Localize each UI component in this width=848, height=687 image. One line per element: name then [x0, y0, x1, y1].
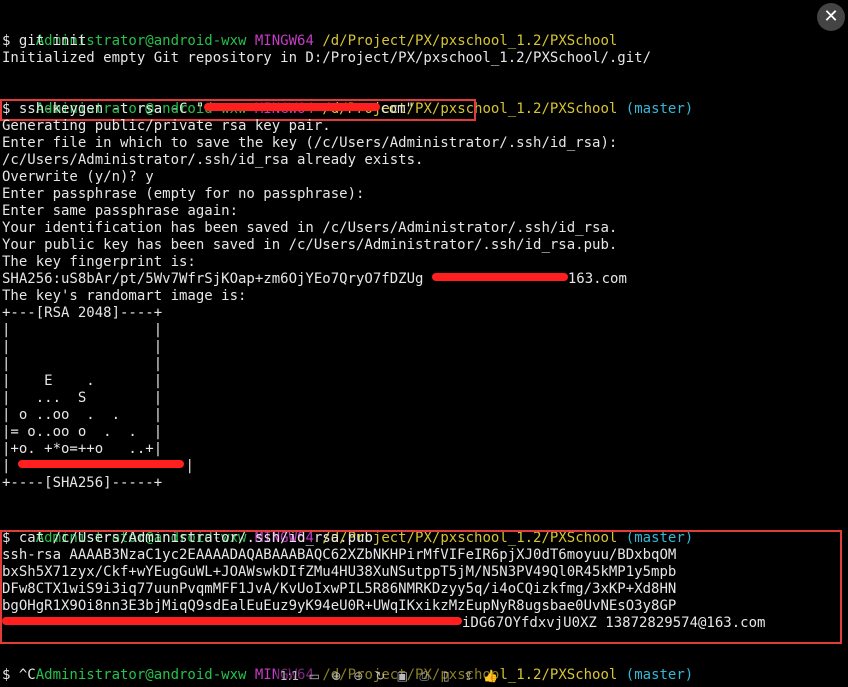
randomart-line: +---[RSA 2048]----+ [2, 305, 163, 321]
randomart-line: | | [2, 458, 194, 475]
randomart-border: | [2, 458, 11, 474]
command-text: cat /c/Users/Administrator/.ssh/id_rsa.p… [18, 530, 373, 546]
prompt-line: Administrator@android-wxw MINGW64 /d/Pro… [2, 513, 694, 546]
prompt-symbol: $ [2, 530, 11, 546]
prompt-line: Administrator@android-wxw MINGW64 /d/Pro… [2, 84, 694, 117]
close-button[interactable]: ✕ [817, 3, 845, 31]
prompt-branch: (master) [625, 530, 694, 546]
randomart-line: |= o..oo o . . | [2, 424, 163, 440]
fingerprint-suffix: 163.com [567, 271, 627, 287]
close-icon: ✕ [823, 6, 839, 27]
fingerprint-text: SHA256:uS8bAr/pt/5Wv7WfrSjKOap+zm6OjYEo7… [2, 271, 432, 287]
randomart-line: | ... S | [2, 390, 163, 406]
pubkey-line: bxSh5X71zyx/Ckf+wYEugGuWL+JOAWswkDIfZMu4… [2, 564, 677, 580]
command-line: $ git init [2, 33, 86, 50]
zoom-out-icon[interactable]: ⊖ [351, 668, 365, 685]
command-text: ^C [18, 667, 36, 683]
prompt-system: MINGW64 [254, 33, 314, 49]
phone-icon[interactable]: ▯ [439, 668, 453, 685]
randomart-line: | | [2, 339, 163, 355]
actual-size-button[interactable]: 1:1 [280, 668, 299, 685]
rotate-icon[interactable]: ↻ [373, 668, 387, 685]
command-line: $ ^C [2, 667, 36, 684]
command-text-suffix: com" [380, 101, 415, 117]
pubkey-line: ssh-rsa AAAAB3NzaC1yc2EAAAADAQABAAABAQC6… [2, 547, 677, 563]
prompt-symbol: $ [2, 667, 11, 683]
pubkey-tail: iDG67OYfdxvjU0XZ 13872829574@163.com [462, 615, 766, 631]
output-line: The key fingerprint is: [2, 254, 196, 270]
output-line: The key's randomart image is: [2, 288, 247, 304]
prompt-path: /d/Project/PX/pxschool_1.2/PXSchool [322, 33, 618, 49]
randomart-line: +----[SHA256]-----+ [2, 475, 163, 491]
redacted-email [431, 273, 568, 281]
pubkey-line: iDG67OYfdxvjU0XZ 13872829574@163.com [2, 615, 765, 632]
print-icon[interactable]: ⎙ [417, 668, 431, 685]
randomart-line: | o ..oo . . | [2, 407, 163, 423]
save-icon[interactable]: ▣ [395, 668, 409, 685]
output-line: Enter same passphrase again: [2, 203, 239, 219]
fingerprint-line: SHA256:uS8bAr/pt/5Wv7WfrSjKOap+zm6OjYEo7… [2, 271, 627, 288]
prompt-branch: (master) [625, 101, 694, 117]
output-line: Generating public/private rsa key pair. [2, 118, 331, 134]
like-icon[interactable]: 👍 [483, 668, 498, 685]
randomart-line: | E . | [2, 373, 163, 389]
prompt-branch: (master) [625, 667, 694, 683]
randomart-line: | | [2, 356, 163, 372]
command-text: ssh-keygen -t rsa -C " [18, 101, 205, 117]
prompt-symbol: $ [2, 33, 11, 49]
randomart-line: |+o. +*o=++o ..+| [2, 441, 163, 457]
output-line: Your public key has been saved in /c/Use… [2, 237, 618, 253]
fit-window-icon[interactable]: ▭ [307, 668, 321, 685]
output-line: Enter file in which to save the key (/c/… [2, 135, 618, 151]
redacted-pubkey [2, 617, 462, 625]
redacted-email [204, 103, 381, 111]
output-line: Initialized empty Git repository in D:/P… [2, 50, 652, 66]
prompt-user: Administrator@android-wxw [35, 667, 247, 683]
command-text: git init [18, 33, 87, 49]
output-line: Enter passphrase (empty for no passphras… [2, 186, 365, 202]
command-line: $ cat /c/Users/Administrator/.ssh/id_rsa… [2, 530, 373, 547]
pubkey-line: DFw8CTX1wiS9i3iq77uunPvqmMFF1JvA/KvUoIxw… [2, 581, 677, 597]
output-line: /c/Users/Administrator/.ssh/id_rsa alrea… [2, 152, 424, 168]
redacted-randomart [18, 460, 185, 468]
output-line: Overwrite (y/n)? y [2, 169, 154, 185]
zoom-in-icon[interactable]: ⊕ [329, 668, 343, 685]
prompt-line: Administrator@android-wxw MINGW64 /d/Pro… [2, 16, 618, 49]
command-line: $ ssh-keygen -t rsa -C " com" [2, 101, 414, 118]
share-icon[interactable]: ⇪ [461, 668, 475, 685]
viewer-toolbar: 1:1 ▭ ⊕ ⊖ ↻ ▣ ⎙ ▯ ⇪ 👍 [276, 665, 503, 687]
output-line: Your identification has been saved in /c… [2, 220, 618, 236]
randomart-border: | [185, 458, 194, 474]
terminal-window[interactable]: Administrator@android-wxw MINGW64 /d/Pro… [0, 0, 848, 687]
prompt-symbol: $ [2, 101, 11, 117]
randomart-line: | | [2, 322, 163, 338]
pubkey-line: bgOHgR1X9Oi8nn3E3bjMiqQ9sdEalEuEuz9yK94e… [2, 598, 677, 614]
